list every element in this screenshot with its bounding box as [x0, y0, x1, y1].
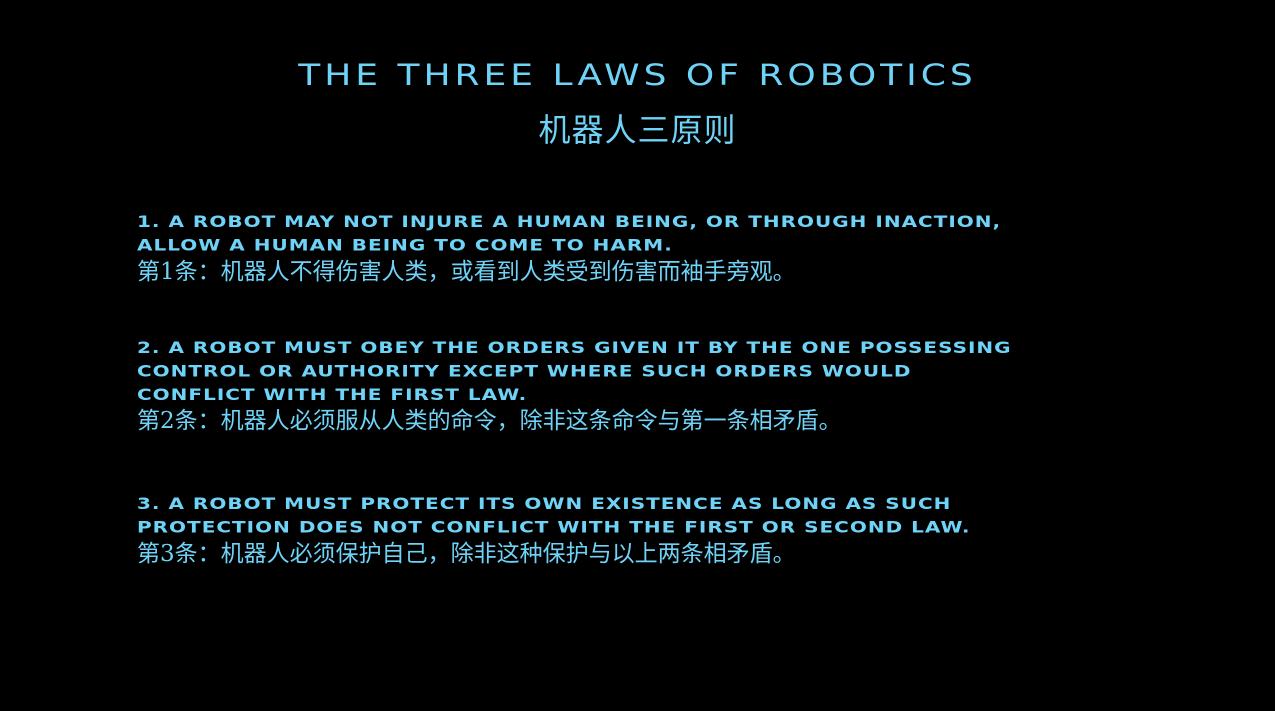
- law-1-english: 1. A ROBOT MAY NOT INJURE A HUMAN BEING,…: [137, 210, 1157, 257]
- law-2: 2. A ROBOT MUST OBEY THE ORDERS GIVEN IT…: [137, 336, 1157, 436]
- title-chinese: 机器人三原则: [538, 111, 737, 149]
- law-3-english: 3. A ROBOT MUST PROTECT ITS OWN EXISTENC…: [137, 492, 1157, 539]
- law-3-english-line-2: PROTECTION DOES NOT CONFLICT WITH THE FI…: [137, 517, 971, 537]
- law-2-chinese: 第2条：机器人必须服从人类的命令，除非这条命令与第一条相矛盾。: [137, 408, 842, 434]
- law-2-english-line-2: CONTROL OR AUTHORITY EXCEPT WHERE SUCH O…: [137, 361, 912, 381]
- law-1-english-line-2: ALLOW A HUMAN BEING TO COME TO HARM.: [137, 235, 673, 255]
- law-2-english-line-1: 2. A ROBOT MUST OBEY THE ORDERS GIVEN IT…: [137, 338, 1012, 358]
- law-2-english: 2. A ROBOT MUST OBEY THE ORDERS GIVEN IT…: [137, 336, 1157, 406]
- law-3-chinese: 第3条：机器人必须保护自己，除非这种保护与以上两条相矛盾。: [137, 541, 796, 567]
- title-english: THE THREE LAWS OF ROBOTICS: [298, 58, 977, 93]
- law-3: 3. A ROBOT MUST PROTECT ITS OWN EXISTENC…: [137, 492, 1157, 569]
- law-2-english-line-3: CONFLICT WITH THE FIRST LAW.: [137, 385, 528, 404]
- slide: THE THREE LAWS OF ROBOTICS 机器人三原则 1. A R…: [0, 0, 1275, 711]
- law-1-chinese: 第1条：机器人不得伤害人类，或看到人类受到伤害而袖手旁观。: [137, 259, 796, 285]
- law-1-english-line-1: 1. A ROBOT MAY NOT INJURE A HUMAN BEING,…: [137, 212, 1002, 232]
- law-1: 1. A ROBOT MAY NOT INJURE A HUMAN BEING,…: [137, 210, 1157, 287]
- law-3-english-line-1: 3. A ROBOT MUST PROTECT ITS OWN EXISTENC…: [137, 494, 952, 514]
